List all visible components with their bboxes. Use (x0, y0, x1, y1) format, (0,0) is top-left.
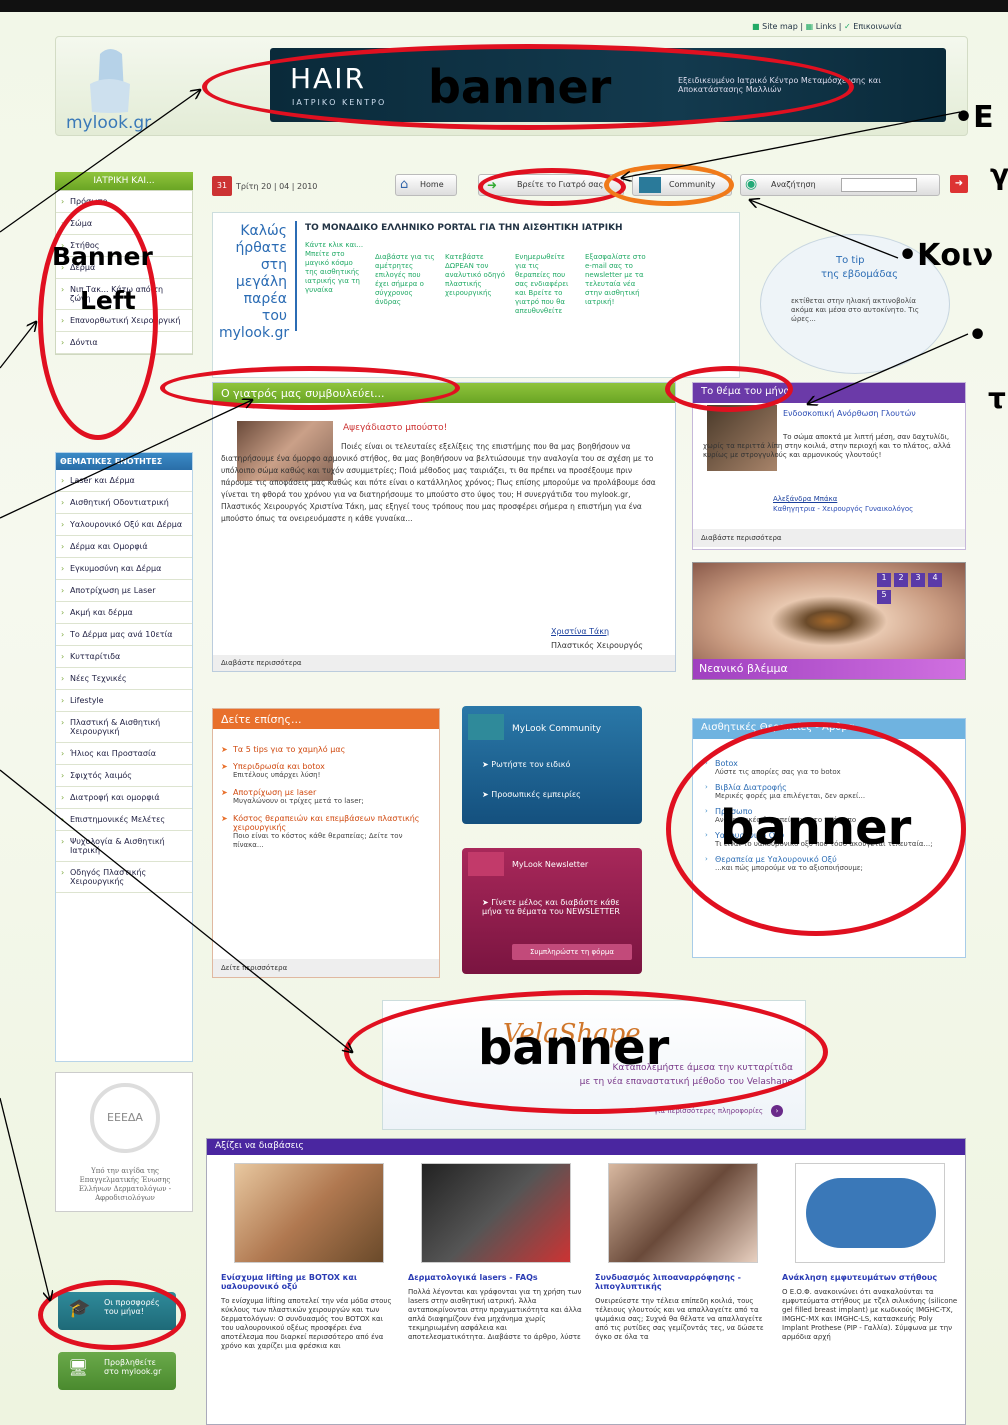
annotation-arrows (0, 0, 969, 1425)
